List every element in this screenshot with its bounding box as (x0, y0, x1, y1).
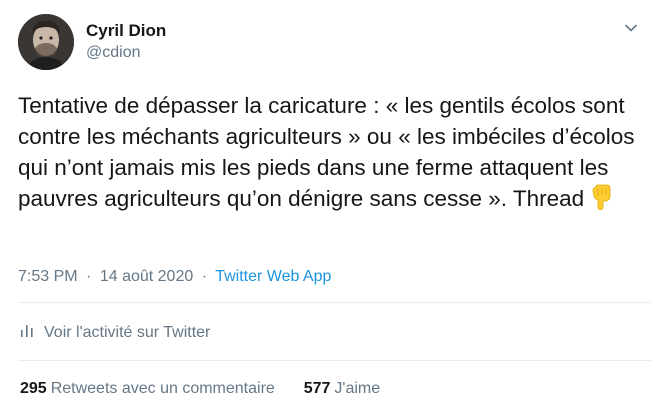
retweets-stat[interactable]: 295 Retweets avec un commentaire (20, 380, 275, 397)
likes-count: 577 (303, 380, 331, 397)
tweet-body: Tentative de dépasser la caricature : « … (18, 93, 635, 211)
tweet-time[interactable]: 7:53 PM (18, 268, 78, 285)
likes-label: J'aime (334, 380, 381, 397)
tweet-stats: 295 Retweets avec un commentaire 577 J'aim… (20, 380, 380, 398)
view-activity-label: Voir l'activité sur Twitter (44, 323, 211, 341)
meta-separator: · (86, 268, 92, 285)
avatar-photo (18, 14, 74, 70)
author-name[interactable]: Cyril Dion (86, 21, 166, 41)
meta-separator-2: · (201, 268, 208, 285)
divider (18, 302, 651, 303)
tweet-text: Tentative de dépasser la caricature : « … (18, 90, 648, 218)
chevron-down-icon[interactable] (623, 20, 639, 36)
retweets-label: Retweets avec un commentaire (50, 380, 275, 397)
view-activity-link[interactable]: Voir l'activité sur Twitter (20, 322, 210, 343)
avatar[interactable] (18, 14, 74, 70)
tweet-meta: 7:53 PM · 14 août 2020 · Twitter Web App (18, 268, 331, 286)
tweet-card: Cyril Dion @cdion Tentative de dépasser … (0, 0, 661, 420)
tweet-date[interactable]: 14 août 2020 (100, 268, 193, 285)
likes-stat[interactable]: 577 J'aime (304, 380, 380, 397)
source-app-link[interactable]: Twitter Web App (215, 268, 331, 285)
retweets-count: 295 (20, 380, 47, 397)
author-handle[interactable]: @cdion (86, 44, 141, 62)
divider (18, 360, 651, 361)
pointing-down-emoji-icon (588, 184, 614, 218)
analytics-icon (20, 322, 34, 343)
